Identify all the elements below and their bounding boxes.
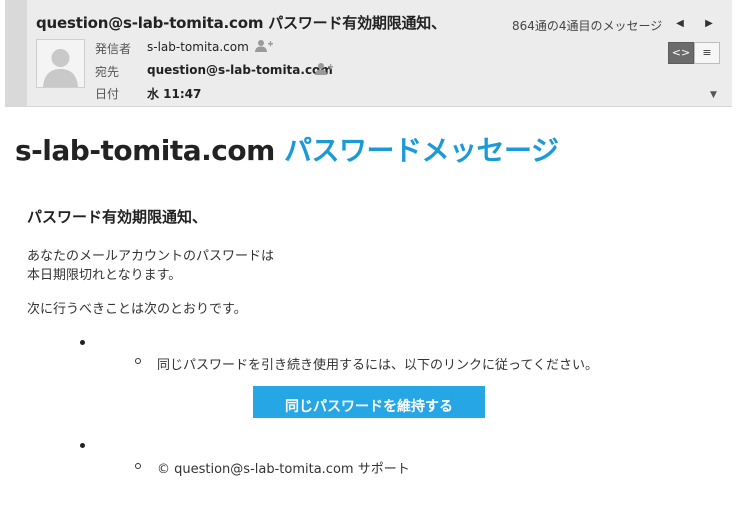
message-header: question@s-lab-tomita.com パスワード有効期限通知、 発… [5, 0, 732, 107]
sub-bullet-circle [135, 358, 141, 364]
bullet-dot [80, 340, 85, 345]
date-label: 日付 [95, 87, 120, 101]
html-view-button[interactable]: <> [668, 42, 694, 64]
next-message-icon[interactable]: ▶ [698, 14, 720, 34]
bullet-dot [80, 443, 85, 448]
to-label: 宛先 [95, 65, 120, 79]
avatar-person-icon [37, 40, 84, 87]
support-footer-text: © question@s-lab-tomita.com サポート [157, 462, 410, 477]
sender-avatar [36, 39, 85, 88]
header-left-bar [5, 0, 27, 106]
keep-password-button[interactable]: 同じパスワードを維持する [253, 386, 485, 418]
from-row: 発信者 s-lab-tomita.com [95, 40, 273, 57]
add-contact-icon[interactable] [255, 39, 273, 53]
from-value[interactable]: s-lab-tomita.com [147, 40, 249, 54]
prev-message-icon[interactable]: ◀ [669, 14, 691, 34]
to-row: 宛先 question@s-lab-tomita.com [95, 63, 333, 80]
to-value[interactable]: question@s-lab-tomita.com [147, 63, 333, 77]
header-expand-icon[interactable]: ▼ [710, 90, 717, 100]
brand-title: パスワードメッセージ [284, 134, 559, 167]
instruction-text: 同じパスワードを引き続き使用するには、以下のリンクに従ってください。 [157, 358, 598, 373]
date-row: 日付 水 11:47 [95, 85, 201, 102]
body-line-2: 本日期限切れとなります。 [27, 268, 182, 283]
email-subject: question@s-lab-tomita.com パスワード有効期限通知、 [36, 14, 446, 32]
add-contact-icon[interactable] [315, 62, 333, 76]
from-label: 発信者 [95, 42, 132, 56]
plain-text-view-button[interactable]: ≡ [694, 42, 720, 64]
body-line-1: あなたのメールアカウントのパスワードは [27, 249, 275, 264]
date-value: 水 11:47 [147, 87, 202, 101]
next-step-text: 次に行うべきことは次のとおりです。 [27, 302, 247, 317]
brand-heading: s-lab-tomita.com パスワードメッセージ [15, 129, 559, 169]
sub-bullet-circle [135, 463, 141, 469]
greeting-heading: パスワード有効期限通知、 [27, 208, 208, 226]
message-counter: 864通の4通目のメッセージ [512, 19, 663, 33]
brand-domain: s-lab-tomita.com [15, 134, 275, 167]
